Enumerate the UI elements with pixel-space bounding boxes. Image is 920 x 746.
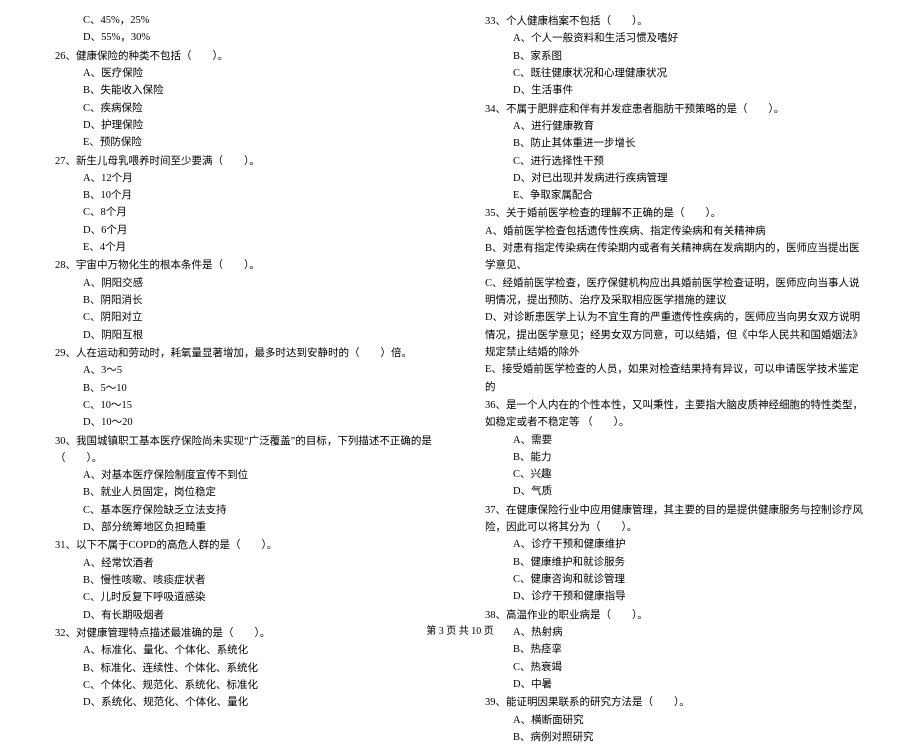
question-title: 29、人在运动和劳动时，耗氧量显著增加，最多时达到安静时的（ ）倍。 bbox=[55, 345, 435, 362]
option: C、经婚前医学检查，医疗保健机构应出具婚前医学检查证明，医师应向当事人说明情况，… bbox=[485, 275, 865, 310]
option: A、需要 bbox=[485, 432, 865, 449]
option: A、个人一般资料和生活习惯及嗜好 bbox=[485, 30, 865, 47]
option: C、疾病保险 bbox=[55, 100, 435, 117]
option: B、阴阳消长 bbox=[55, 292, 435, 309]
option: B、标准化、连续性、个体化、系统化 bbox=[55, 660, 435, 677]
option: D、系统化、规范化、个体化、量化 bbox=[55, 694, 435, 711]
option: B、能力 bbox=[485, 449, 865, 466]
option: D、诊疗干预和健康指导 bbox=[485, 588, 865, 605]
option: E、预防保险 bbox=[55, 134, 435, 151]
option: C、既往健康状况和心理健康状况 bbox=[485, 65, 865, 82]
option: C、热衰竭 bbox=[485, 659, 865, 676]
option: A、阴阳交感 bbox=[55, 275, 435, 292]
option: A、医疗保险 bbox=[55, 65, 435, 82]
option: B、5～10 bbox=[55, 380, 435, 397]
question-title: 33、个人健康档案不包括（ ）。 bbox=[485, 13, 865, 30]
option: C、45%，25% bbox=[55, 12, 435, 29]
option: C、进行选择性干预 bbox=[485, 153, 865, 170]
option: A、诊疗干预和健康维护 bbox=[485, 536, 865, 553]
page-footer: 第 3 页 共 10 页 bbox=[0, 624, 920, 641]
option: C、10～15 bbox=[55, 397, 435, 414]
question-title: 38、高温作业的职业病是（ ）。 bbox=[485, 607, 865, 624]
option: A、经常饮酒者 bbox=[55, 555, 435, 572]
option: E、争取家属配合 bbox=[485, 187, 865, 204]
option: A、12个月 bbox=[55, 170, 435, 187]
option: C、阴阳对立 bbox=[55, 309, 435, 326]
option: D、对已出现并发病进行疾病管理 bbox=[485, 170, 865, 187]
option: D、生活事件 bbox=[485, 82, 865, 99]
option: D、部分统筹地区负担畸重 bbox=[55, 519, 435, 536]
option: D、有长期吸烟者 bbox=[55, 607, 435, 624]
option: B、家系图 bbox=[485, 48, 865, 65]
option: B、失能收入保险 bbox=[55, 82, 435, 99]
option: D、55%，30% bbox=[55, 29, 435, 46]
question-title: 28、宇宙中万物化生的根本条件是（ ）。 bbox=[55, 257, 435, 274]
option: C、兴趣 bbox=[485, 466, 865, 483]
option: D、阴阳互根 bbox=[55, 327, 435, 344]
question-title: 34、不属于肥胖症和伴有并发症患者脂肪干预策略的是（ ）。 bbox=[485, 101, 865, 118]
option: C、8个月 bbox=[55, 204, 435, 221]
option: B、就业人员固定，岗位稳定 bbox=[55, 484, 435, 501]
question-title: 39、能证明因果联系的研究方法是（ ）。 bbox=[485, 694, 865, 711]
option: D、中暑 bbox=[485, 676, 865, 693]
option: D、对诊断患医学上认为不宜生育的严重遗传性疾病的，医师应当向男女双方说明情况，提… bbox=[485, 309, 865, 361]
option: D、气质 bbox=[485, 483, 865, 500]
option: E、接受婚前医学检查的人员，如果对检查结果持有异议，可以申请医学技术鉴定的 bbox=[485, 361, 865, 396]
option: B、防止其体重进一步增长 bbox=[485, 135, 865, 152]
option: A、进行健康教育 bbox=[485, 118, 865, 135]
option: C、基本医疗保险缺乏立法支持 bbox=[55, 502, 435, 519]
option: C、个体化、规范化、系统化、标准化 bbox=[55, 677, 435, 694]
option: A、3～5 bbox=[55, 362, 435, 379]
question-title: 31、以下不属于COPD的高危人群的是（ ）。 bbox=[55, 537, 435, 554]
question-title: 36、是一个人内在的个性本性，又叫秉性，主要指大脑皮质神经细胞的特性类型，如稳定… bbox=[485, 397, 865, 432]
option: D、10～20 bbox=[55, 414, 435, 431]
option: A、横断面研究 bbox=[485, 712, 865, 729]
option: C、儿时反复下呼吸道感染 bbox=[55, 589, 435, 606]
option: D、6个月 bbox=[55, 222, 435, 239]
option: A、婚前医学检查包括遗传性疾病、指定传染病和有关精神病 bbox=[485, 223, 865, 240]
question-title: 37、在健康保险行业中应用健康管理，其主要的目的是提供健康服务与控制诊疗风险，因… bbox=[485, 502, 865, 537]
question-title: 26、健康保险的种类不包括（ ）。 bbox=[55, 48, 435, 65]
option: A、对基本医疗保险制度宣传不到位 bbox=[55, 467, 435, 484]
option: D、护理保险 bbox=[55, 117, 435, 134]
question-title: 35、关于婚前医学检查的理解不正确的是（ ）。 bbox=[485, 205, 865, 222]
option: A、标准化、量化、个体化、系统化 bbox=[55, 642, 435, 659]
option: C、健康咨询和就诊管理 bbox=[485, 571, 865, 588]
option: B、慢性咳嗽、咳痰症状者 bbox=[55, 572, 435, 589]
option: B、10个月 bbox=[55, 187, 435, 204]
option: B、对患有指定传染病在传染期内或者有关精神病在发病期内的，医师应当提出医学意见、 bbox=[485, 240, 865, 275]
option: B、健康维护和就诊服务 bbox=[485, 554, 865, 571]
option: B、病例对照研究 bbox=[485, 729, 865, 746]
question-title: 27、新生儿母乳喂养时间至少要满（ ）。 bbox=[55, 153, 435, 170]
question-title: 30、我国城镇职工基本医疗保险尚未实现“广泛覆盖”的目标，下列描述不正确的是（ … bbox=[55, 433, 435, 468]
option: E、4个月 bbox=[55, 239, 435, 256]
